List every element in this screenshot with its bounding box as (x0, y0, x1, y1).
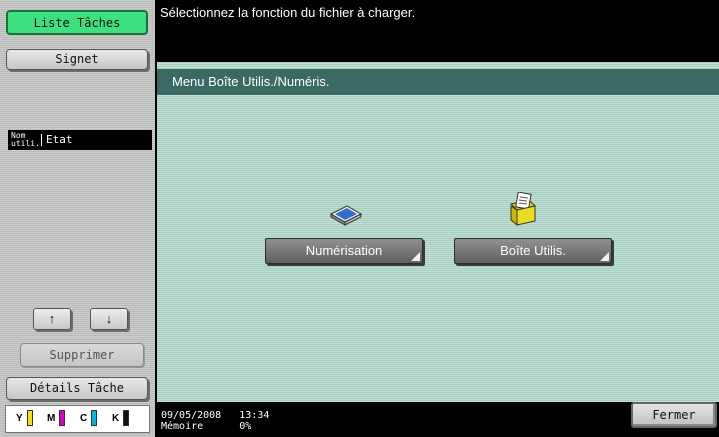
toner-y-bar (27, 410, 33, 426)
user-name-column-header: Nom utili. (11, 131, 40, 148)
down-arrow-icon: ↓ (105, 311, 113, 326)
main-panel: Menu Boîte Utilis./Numéris. Numérisation… (157, 62, 719, 402)
bookmark-button[interactable]: Signet (6, 49, 148, 70)
status-footer: 09/05/2008 13:34 Mémoire 0% (161, 410, 269, 432)
memory-label: Mémoire (161, 421, 204, 432)
job-details-button[interactable]: Détails Tâche (6, 377, 148, 400)
toner-k-label: K (112, 413, 120, 424)
scroll-down-button[interactable]: ↓ (90, 308, 128, 330)
toner-levels: Y M C K (5, 405, 150, 433)
scanner-icon (329, 205, 363, 226)
scan-button[interactable]: Numérisation (265, 238, 423, 264)
column-divider (41, 134, 42, 146)
toner-c-label: C (80, 413, 88, 424)
state-column-header: Etat (46, 133, 73, 146)
toner-c-bar (91, 410, 97, 426)
up-arrow-icon: ↑ (48, 311, 56, 326)
instruction-text: Sélectionnez la fonction du fichier à ch… (160, 5, 416, 20)
job-status-header: Nom utili. Etat (8, 130, 152, 150)
close-button[interactable]: Fermer (631, 402, 717, 428)
scroll-up-button[interactable]: ↑ (33, 308, 71, 330)
job-panel: Liste Tâches Signet Nom utili. Etat ↑ ↓ … (0, 0, 155, 437)
time-text: 13:34 (239, 410, 270, 421)
toner-m-label: M (47, 413, 56, 424)
date-text: 09/05/2008 (161, 410, 222, 421)
job-list-button[interactable]: Liste Tâches (6, 10, 148, 35)
toner-m-bar (59, 410, 65, 426)
delete-button[interactable]: Supprimer (20, 343, 144, 367)
user-box-icon (510, 192, 536, 226)
menu-title: Menu Boîte Utilis./Numéris. (157, 69, 719, 95)
toner-y-label: Y (16, 413, 23, 424)
memory-value: 0% (239, 421, 252, 432)
user-box-button[interactable]: Boîte Utilis. (454, 238, 612, 264)
toner-k-bar (123, 410, 129, 426)
